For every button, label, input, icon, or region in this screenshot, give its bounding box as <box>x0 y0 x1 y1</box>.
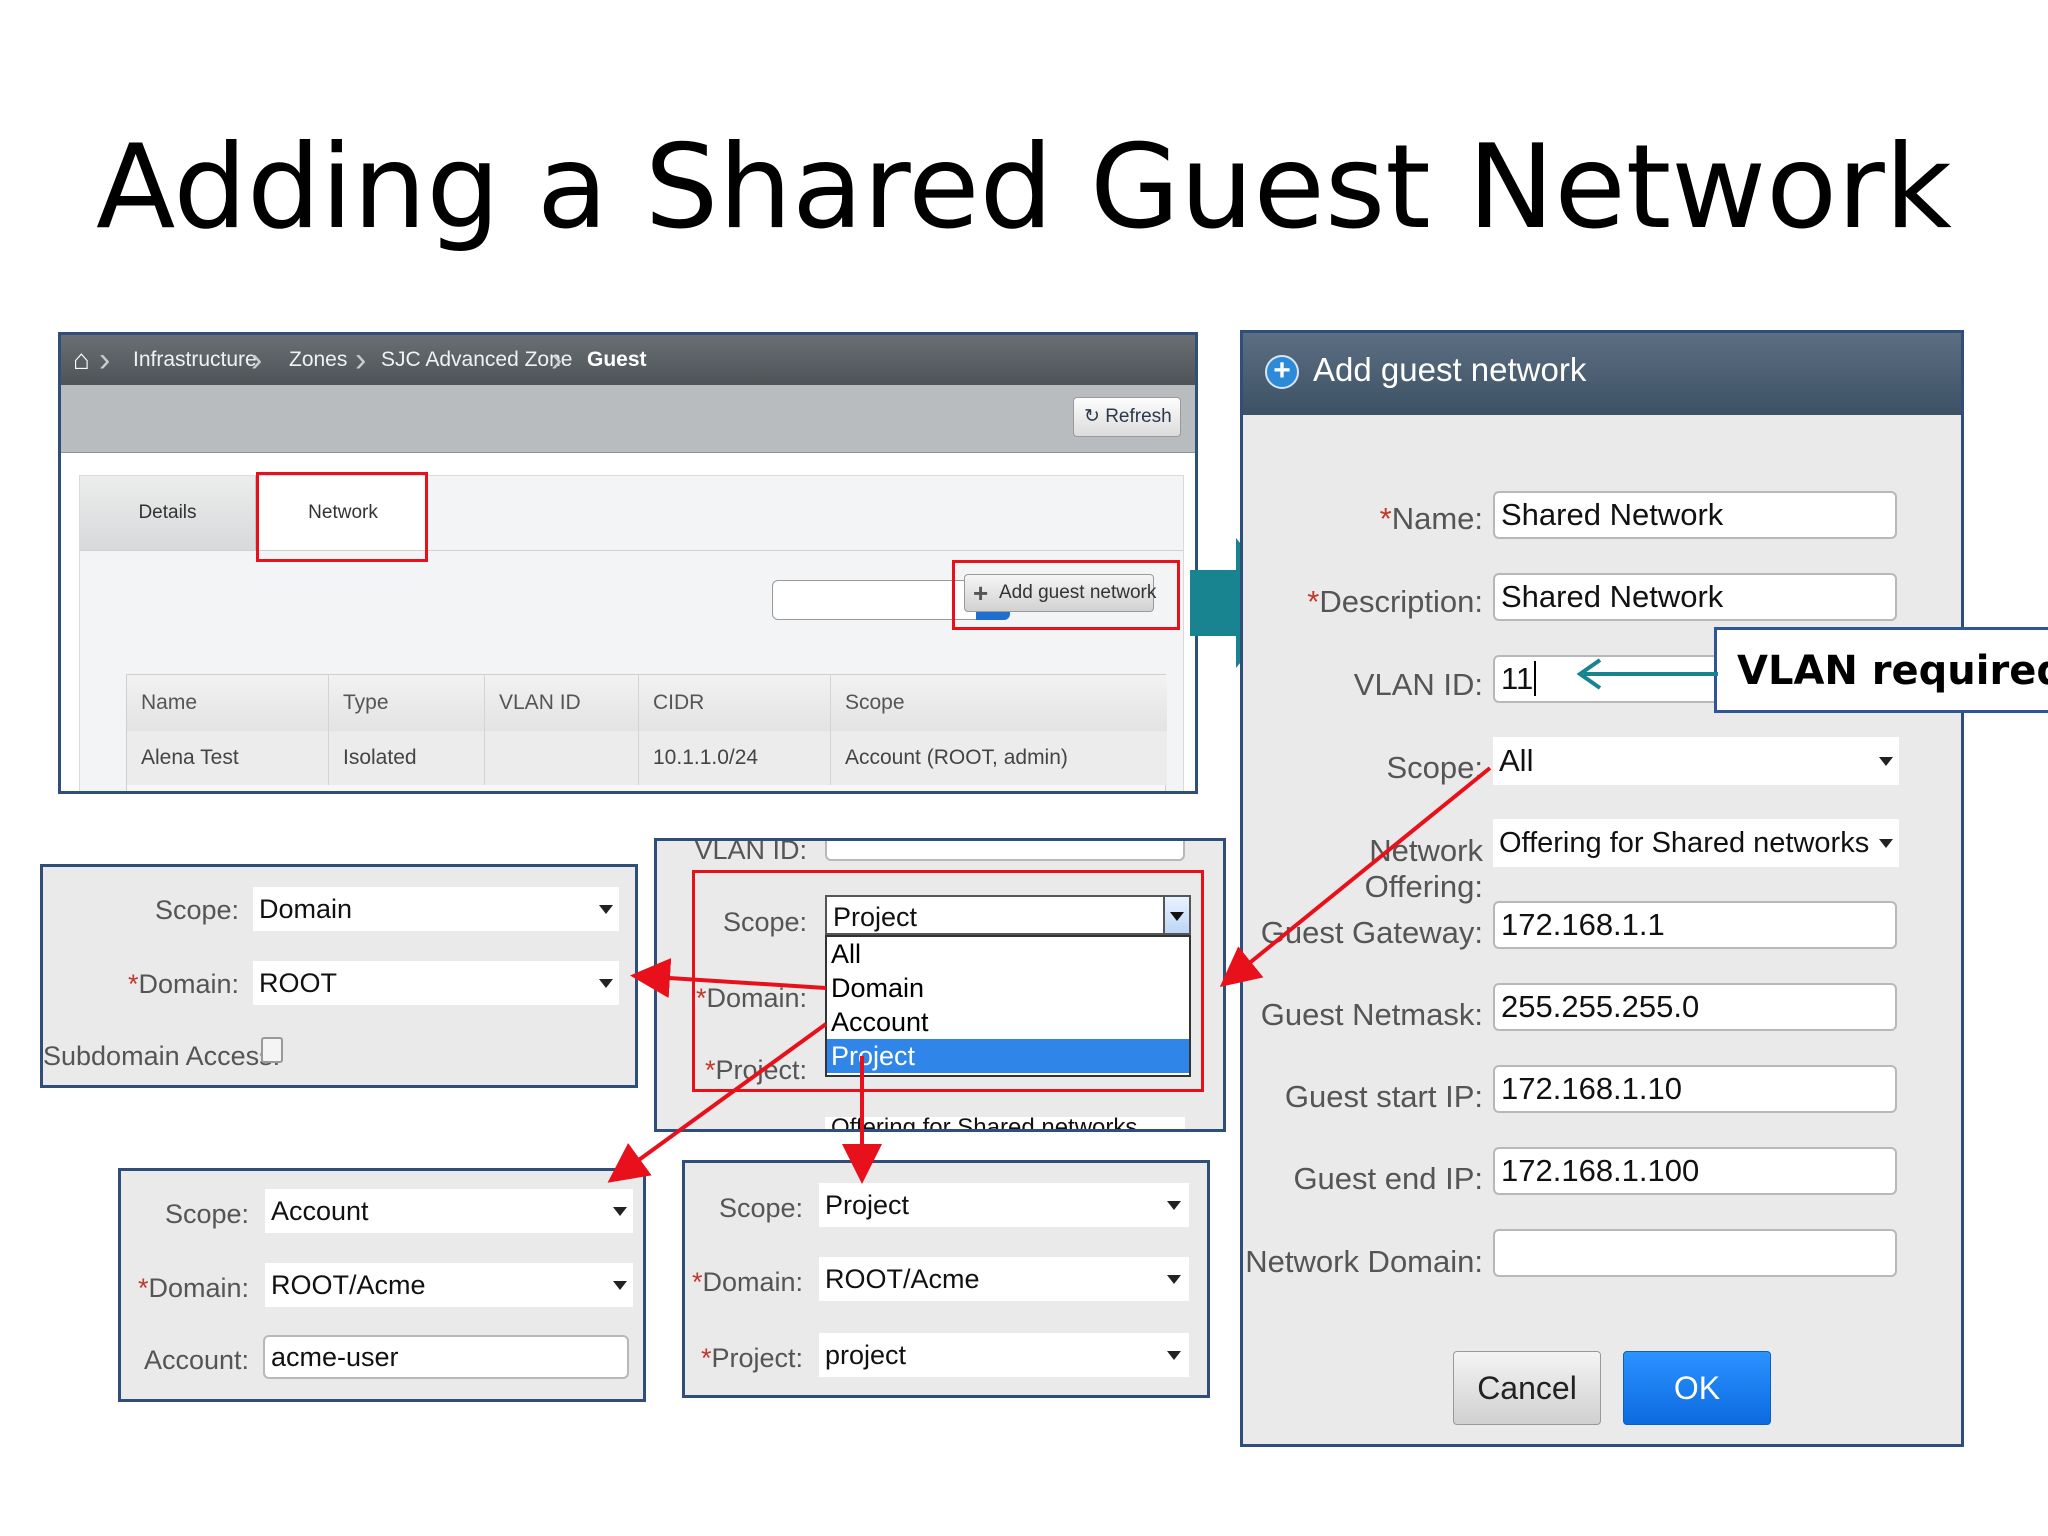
arrow-scope-to-panel <box>1219 766 1492 988</box>
arrow-domain <box>630 958 827 998</box>
arrow-account <box>607 1022 828 1183</box>
red-arrows <box>607 766 1492 1184</box>
